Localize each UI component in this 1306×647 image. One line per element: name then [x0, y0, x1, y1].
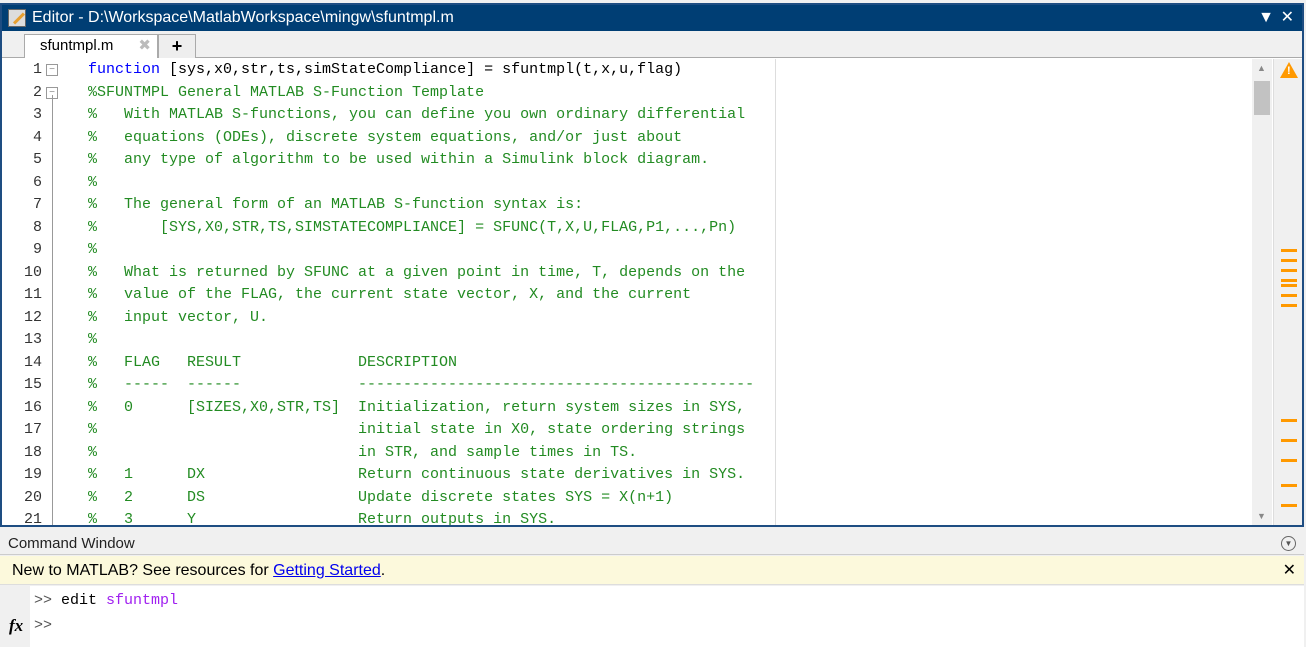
code-line: % 2 DS Update discrete states SYS = X(n+… [88, 487, 788, 510]
warning-marker[interactable] [1281, 294, 1297, 297]
banner-period: . [381, 562, 385, 579]
editor-icon [8, 9, 26, 27]
code-line: % initial state in X0, state ordering st… [88, 419, 788, 442]
line-number: 10 [2, 262, 42, 285]
fold-line [52, 95, 53, 525]
code-line: % in STR, and sample times in TS. [88, 442, 788, 465]
close-tab-icon[interactable]: ✖ [138, 35, 151, 57]
info-banner: New to MATLAB? See resources for Getting… [0, 556, 1304, 585]
fold-toggle-icon[interactable]: − [46, 87, 58, 99]
scroll-up-icon[interactable]: ▲ [1257, 63, 1266, 73]
function-browser-icon[interactable]: fx [9, 616, 23, 636]
code-line: % value of the FLAG, the current state v… [88, 284, 788, 307]
code-line: % FLAG RESULT DESCRIPTION [88, 352, 788, 375]
code-area[interactable]: function [sys,x0,str,ts,simStateComplian… [88, 59, 788, 525]
scrollbar-thumb[interactable] [1254, 81, 1270, 115]
getting-started-link[interactable]: Getting Started [273, 562, 381, 579]
message-bar: ! [1273, 59, 1302, 525]
line-number: 6 [2, 172, 42, 195]
code-line: % What is returned by SFUNC at a given p… [88, 262, 788, 285]
line-number: 19 [2, 464, 42, 487]
code-line: % [SYS,X0,STR,TS,SIMSTATECOMPLIANCE] = S… [88, 217, 788, 240]
editor-title-bar: Editor - D:\Workspace\MatlabWorkspace\mi… [2, 5, 1302, 31]
line-number: 8 [2, 217, 42, 240]
warning-marker[interactable] [1281, 284, 1297, 287]
tab-strip: sfuntmpl.m ✖ + [2, 31, 1302, 58]
new-tab-button[interactable]: + [158, 34, 196, 58]
warning-marker[interactable] [1281, 249, 1297, 252]
line-number: 12 [2, 307, 42, 330]
warning-marker[interactable] [1281, 419, 1297, 422]
warning-icon[interactable]: ! [1280, 62, 1298, 78]
line-number: 9 [2, 239, 42, 262]
warning-marker[interactable] [1281, 269, 1297, 272]
banner-text: New to MATLAB? See resources for [12, 562, 273, 579]
warning-marker[interactable] [1281, 259, 1297, 262]
warning-marker[interactable] [1281, 279, 1297, 282]
tab-label: sfuntmpl.m [40, 37, 113, 54]
line-number: 20 [2, 487, 42, 510]
fold-toggle-icon[interactable]: − [46, 64, 58, 76]
line-number: 14 [2, 352, 42, 375]
line-number: 2 [2, 82, 42, 105]
warning-marker[interactable] [1281, 304, 1297, 307]
code-line: function [sys,x0,str,ts,simStateComplian… [88, 59, 788, 82]
line-number: 18 [2, 442, 42, 465]
command-input-line[interactable]: >> [34, 617, 52, 634]
code-line: % equations (ODEs), discrete system equa… [88, 127, 788, 150]
code-text: [sys,x0,str,ts,simStateCompliance] = sfu… [160, 61, 682, 78]
warning-marker[interactable] [1281, 504, 1297, 507]
command-window-header: Command Window ▼ [0, 532, 1304, 555]
code-line: % [88, 239, 788, 262]
code-line: % [88, 172, 788, 195]
code-line: % With MATLAB S-functions, you can defin… [88, 104, 788, 127]
right-margin-line [775, 59, 776, 525]
command-window-body[interactable]: fx >> edit sfuntmpl >> [0, 586, 1304, 647]
command-text: edit [52, 592, 106, 609]
line-number: 5 [2, 149, 42, 172]
command-history-line: >> edit sfuntmpl [34, 592, 178, 609]
vertical-scrollbar[interactable]: ▲ ▼ [1252, 59, 1272, 525]
line-number: 16 [2, 397, 42, 420]
editor-menu-icon[interactable]: ▼ [1258, 5, 1274, 31]
editor-window: Editor - D:\Workspace\MatlabWorkspace\mi… [0, 3, 1304, 527]
code-line: % [88, 329, 788, 352]
line-number: 15 [2, 374, 42, 397]
code-line: % input vector, U. [88, 307, 788, 330]
close-banner-icon[interactable]: ✕ [1283, 556, 1296, 585]
command-window-menu-icon[interactable]: ▼ [1281, 536, 1296, 551]
line-number: 7 [2, 194, 42, 217]
code-line: % ----- ------ -------------------------… [88, 374, 788, 397]
line-number: 1 [2, 59, 42, 82]
warning-marker[interactable] [1281, 439, 1297, 442]
code-line: % 1 DX Return continuous state derivativ… [88, 464, 788, 487]
code-line: % 3 Y Return outputs in SYS. [88, 509, 788, 525]
close-editor-icon[interactable]: ✕ [1281, 5, 1294, 31]
line-number: 21 [2, 509, 42, 532]
command-arg: sfuntmpl [106, 592, 178, 609]
line-number: 3 [2, 104, 42, 127]
line-number: 13 [2, 329, 42, 352]
line-number: 17 [2, 419, 42, 442]
code-line: % any type of algorithm to be used withi… [88, 149, 788, 172]
tab-sfuntmpl[interactable]: sfuntmpl.m ✖ [24, 34, 158, 58]
prompt: >> [34, 617, 52, 634]
prompt: >> [34, 592, 52, 609]
line-number: 11 [2, 284, 42, 307]
code-line: % 0 [SIZES,X0,STR,TS] Initialization, re… [88, 397, 788, 420]
code-line: %SFUNTMPL General MATLAB S-Function Temp… [88, 82, 788, 105]
command-window-title: Command Window [8, 535, 135, 552]
scroll-down-icon[interactable]: ▼ [1257, 511, 1266, 521]
keyword: function [88, 61, 160, 78]
fx-column: fx [0, 586, 30, 647]
editor-title: Editor - D:\Workspace\MatlabWorkspace\mi… [32, 9, 454, 26]
warning-marker[interactable] [1281, 459, 1297, 462]
code-line: % The general form of an MATLAB S-functi… [88, 194, 788, 217]
warning-marker[interactable] [1281, 484, 1297, 487]
line-number: 4 [2, 127, 42, 150]
